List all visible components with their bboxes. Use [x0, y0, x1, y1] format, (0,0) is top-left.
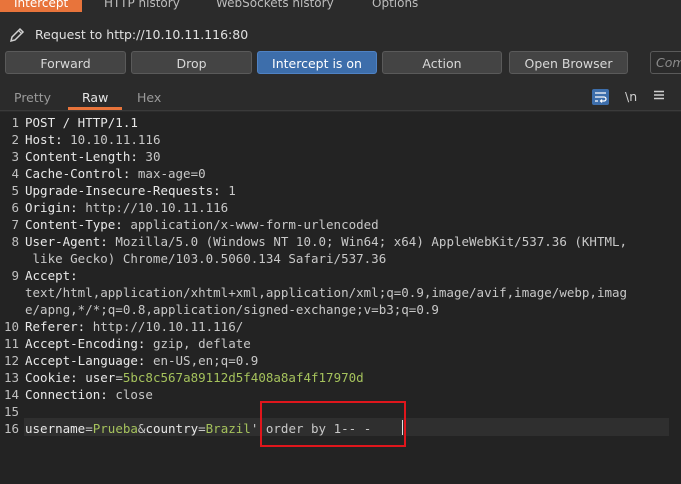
tab-intercept[interactable]: Intercept: [0, 0, 83, 12]
token: Content-Length:: [25, 149, 146, 164]
line-number: 7: [11, 217, 19, 232]
token: username: [25, 421, 86, 436]
line-content: Upgrade-Insecure-Requests: 1: [25, 182, 236, 199]
line-content: like Gecko) Chrome/103.0.5060.134 Safari…: [25, 251, 387, 266]
top-tab-strip: Intercept HTTP history WebSockets histor…: [0, 0, 681, 14]
line-number: 10: [3, 319, 19, 334]
newline-toggle-icon[interactable]: \n: [625, 89, 637, 105]
token: Cookie:: [25, 370, 86, 385]
line-content: Accept-Encoding: gzip, deflate: [25, 335, 251, 352]
token: Referer:: [25, 319, 93, 334]
token: Accept:: [25, 268, 78, 283]
token: Origin:: [25, 200, 86, 215]
open-browser-button[interactable]: Open Browser: [509, 51, 628, 74]
line-content: Content-Type: application/x-www-form-url…: [25, 216, 379, 233]
line-content: Content-Length: 30: [25, 148, 160, 165]
token: 1: [228, 183, 236, 198]
token: Upgrade-Insecure-Requests:: [25, 183, 229, 198]
token: Brazil: [205, 421, 251, 436]
line-number: 16: [3, 421, 19, 436]
token: http://10.10.11.116: [85, 200, 229, 215]
token: http://10.10.11.116/: [92, 319, 244, 334]
line-content: Accept-Language: en-US,en;q=0.9: [25, 352, 258, 369]
token: Mozilla/5.0 (Windows NT 10.0; Win64; x64…: [115, 234, 628, 249]
token: Prueba: [92, 421, 138, 436]
line-content: Connection: close: [25, 386, 153, 403]
line-number: 11: [3, 336, 19, 351]
token: Accept-Encoding:: [25, 336, 153, 351]
token: gzip, deflate: [152, 336, 251, 351]
line-number: 6: [11, 200, 19, 215]
token: Cache-Control:: [25, 166, 138, 181]
line-content: Origin: http://10.10.11.116: [25, 199, 228, 216]
drop-button[interactable]: Drop: [131, 51, 252, 74]
token: Connection:: [25, 387, 116, 402]
token: country: [145, 421, 199, 436]
line-content: Cache-Control: max-age=0: [25, 165, 206, 182]
line-number: 4: [11, 166, 19, 181]
line-content: Host: 10.10.11.116: [25, 131, 160, 148]
line-number: 14: [3, 387, 19, 402]
comment-input[interactable]: Comment this item: [650, 51, 681, 74]
token: en-US,en;q=0.9: [152, 353, 259, 368]
tab-raw[interactable]: Raw: [82, 90, 108, 105]
line-content: Referer: http://10.10.11.116/: [25, 318, 243, 335]
annotation-highlight-box: [260, 401, 406, 447]
token: 10.10.11.116: [70, 132, 161, 147]
action-button[interactable]: Action: [382, 51, 502, 74]
token: =: [115, 370, 123, 385]
tab-websockets-history[interactable]: WebSockets history: [216, 0, 334, 12]
line-content: POST / HTTP/1.1: [25, 114, 138, 131]
line-content: Accept:: [25, 267, 78, 284]
message-view-tabs: Pretty Raw Hex \n: [0, 84, 681, 111]
token: close: [115, 387, 153, 402]
intercept-toolbar: Forward Drop Intercept is on Action Open…: [0, 51, 681, 75]
line-number: 3: [11, 149, 19, 164]
token: Accept-Language:: [25, 353, 153, 368]
request-target-label: Request to http://10.10.11.116:80: [35, 27, 249, 42]
line-number: 15: [3, 404, 19, 419]
tab-pretty[interactable]: Pretty: [14, 90, 51, 105]
line-number: 8: [11, 234, 19, 249]
line-number: 5: [11, 183, 19, 198]
token: user: [85, 370, 116, 385]
token: Content-Type:: [25, 217, 131, 232]
request-info-row: Request to http://10.10.11.116:80: [0, 22, 681, 48]
token: =: [198, 421, 206, 436]
line-number: 13: [3, 370, 19, 385]
token: User-Agent:: [25, 234, 116, 249]
line-number: 2: [11, 132, 19, 147]
intercept-toggle-button[interactable]: Intercept is on: [257, 51, 377, 74]
token: Host:: [25, 132, 71, 147]
active-tab-indicator: [68, 107, 122, 110]
line-content: User-Agent: Mozilla/5.0 (Windows NT 10.0…: [25, 233, 627, 250]
token: =: [85, 421, 93, 436]
token: 5bc8c567a89112d5f408a8af4f17970d: [122, 370, 364, 385]
hamburger-menu-icon[interactable]: [653, 89, 665, 105]
tab-options[interactable]: Options: [372, 0, 418, 12]
word-wrap-icon[interactable]: [592, 89, 609, 105]
tab-http-history[interactable]: HTTP history: [104, 0, 180, 12]
line-content: Cookie: user=5bc8c567a89112d5f408a8af4f1…: [25, 369, 364, 386]
line-content: text/html,application/xhtml+xml,applicat…: [25, 285, 628, 300]
tab-hex[interactable]: Hex: [137, 90, 161, 105]
line-number: 1: [11, 115, 19, 130]
line-content: e/apng,*/*;q=0.8,application/signed-exch…: [25, 302, 439, 317]
token: max-age=0: [137, 166, 206, 181]
pencil-icon: [8, 26, 26, 44]
token: application/x-www-form-urlencoded: [130, 217, 379, 232]
line-number: 12: [3, 353, 19, 368]
forward-button[interactable]: Forward: [5, 51, 126, 74]
token: 30: [145, 149, 161, 164]
line-number: 9: [11, 268, 19, 283]
token: POST / HTTP/1.1: [25, 115, 138, 130]
